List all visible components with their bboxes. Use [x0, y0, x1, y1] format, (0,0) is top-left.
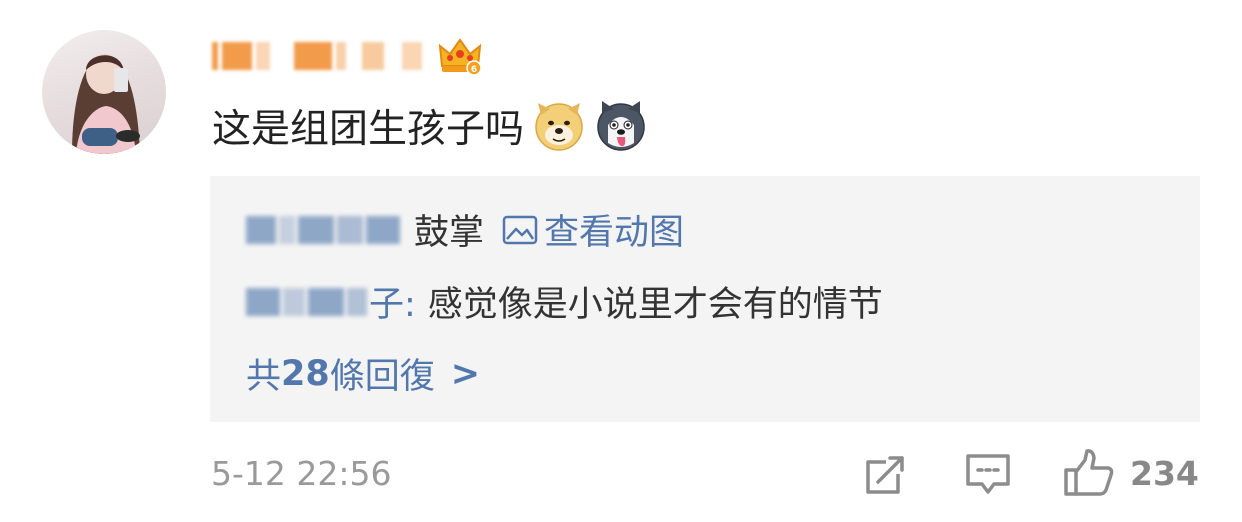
doge-emoji: [532, 99, 586, 153]
husky-emoji: [594, 99, 648, 153]
avatar[interactable]: [42, 30, 166, 154]
crown-icon: 6: [438, 36, 482, 76]
comment-text: 这是组团生孩子吗: [212, 98, 648, 154]
username[interactable]: 6: [212, 36, 482, 76]
timestamp: 5-12 22:56: [211, 454, 392, 493]
reply-user-name[interactable]: 子:: [369, 276, 416, 327]
comment-footer: 5-12 22:56 234: [0, 446, 1242, 502]
svg-text:6: 6: [471, 65, 477, 75]
reply-item-gif[interactable]: 鼓掌 查看动图: [246, 204, 684, 255]
view-gif-label: 查看动图: [544, 213, 685, 253]
reply-user-blurred[interactable]: [246, 287, 367, 316]
more-replies-link[interactable]: 共 28 條回復 >: [246, 348, 480, 399]
reply-user-blurred[interactable]: [246, 215, 400, 244]
comment-body: 这是组团生孩子吗: [212, 107, 525, 152]
share-icon[interactable]: [862, 452, 908, 498]
more-replies-count: 28: [281, 353, 330, 394]
view-gif-link[interactable]: 查看动图: [502, 204, 684, 255]
image-icon: [502, 214, 538, 246]
thumbs-up-icon[interactable]: [1063, 448, 1115, 498]
like-count[interactable]: 234: [1130, 454, 1199, 493]
username-blurred: [212, 39, 422, 73]
reply-box[interactable]: 鼓掌 查看动图 子: 感觉像是小说里才会有的情节 共 28 條回復 >: [210, 176, 1200, 422]
reply-item-text[interactable]: 子: 感觉像是小说里才会有的情节: [246, 276, 883, 327]
chevron-right-icon: >: [450, 353, 481, 394]
comment-icon[interactable]: [964, 452, 1012, 498]
more-replies-prefix: 共: [246, 357, 282, 397]
reply-content: 感觉像是小说里才会有的情节: [427, 285, 883, 325]
reply-action: 鼓掌: [414, 213, 485, 253]
more-replies-suffix: 條回復: [329, 357, 435, 397]
